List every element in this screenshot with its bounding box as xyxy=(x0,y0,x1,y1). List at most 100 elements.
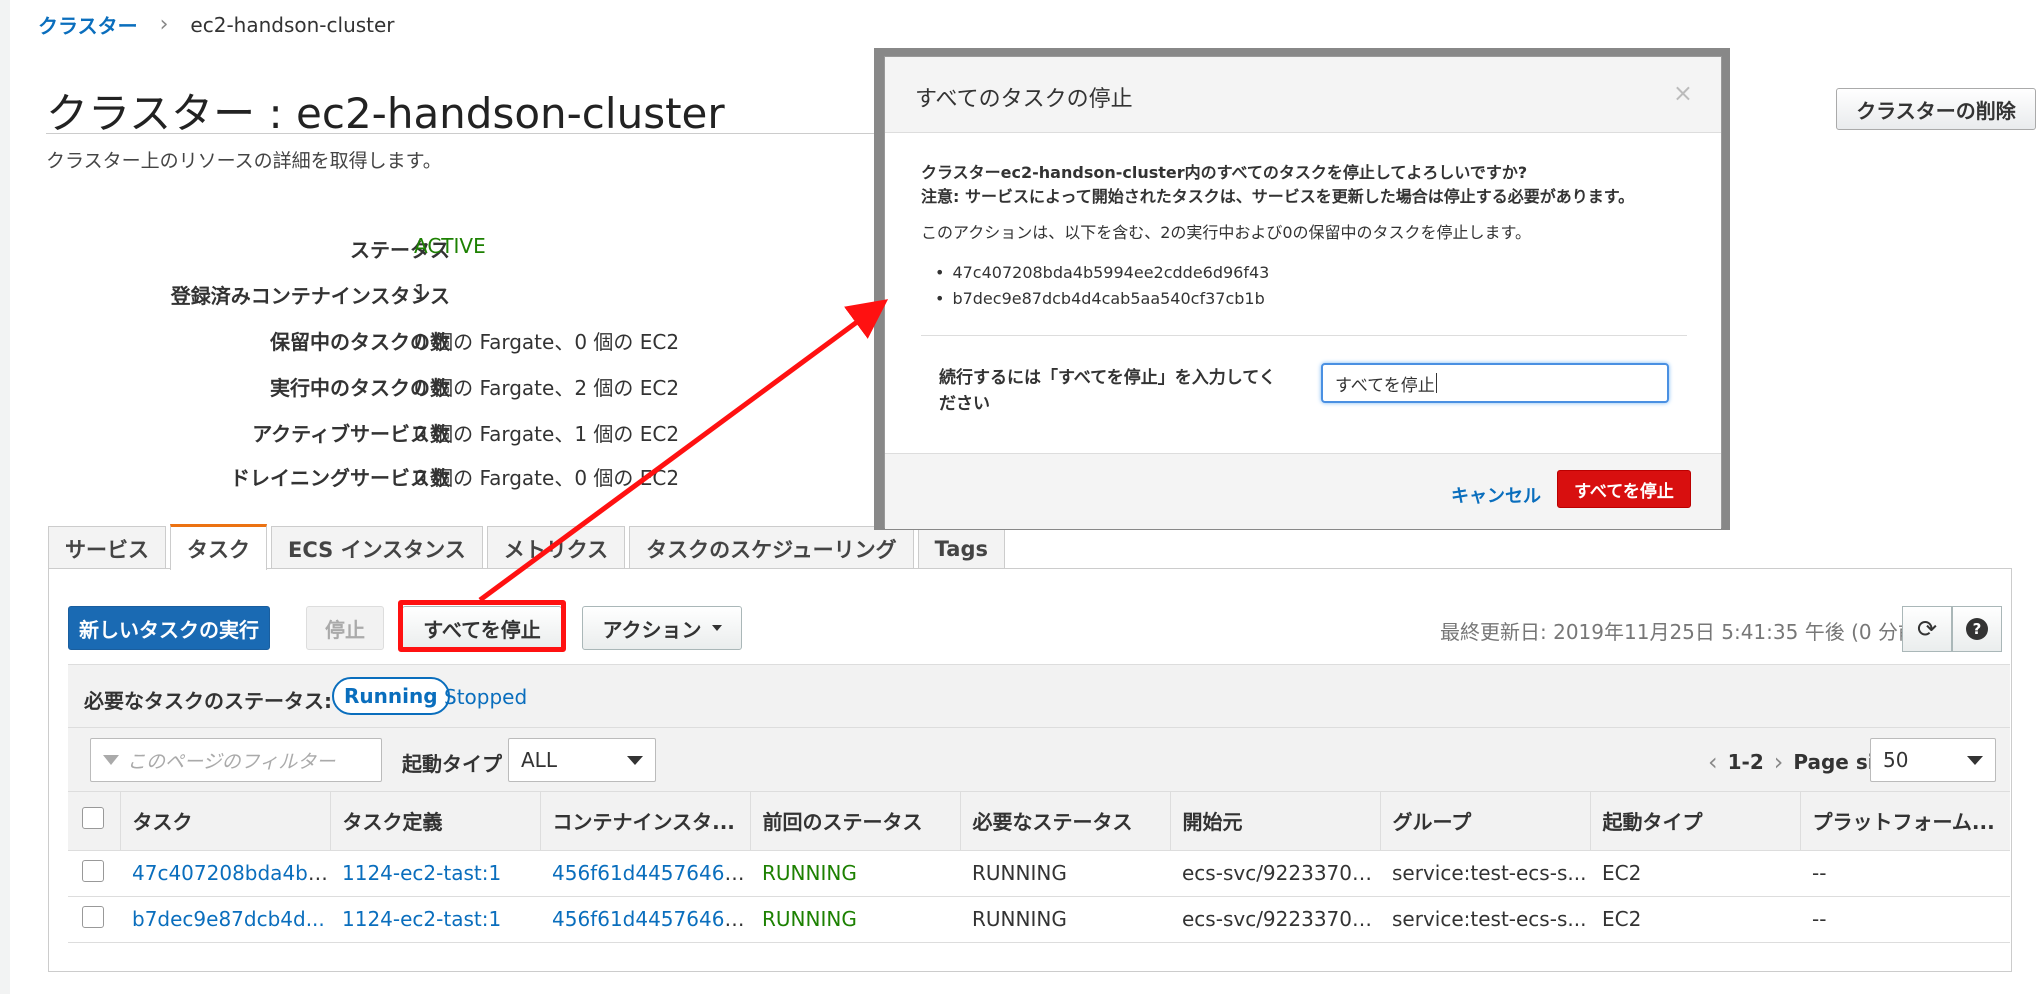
col-launch-type[interactable]: 起動タイプ xyxy=(1590,792,1801,851)
row-checkbox[interactable] xyxy=(82,905,104,928)
delete-cluster-button[interactable]: クラスターの削除 xyxy=(1836,88,2036,130)
status-stopped-toggle[interactable]: Stopped xyxy=(444,685,527,709)
task-id-list-item: 47c407208bda4b5994ee2cdde6d96f43 xyxy=(935,263,1269,282)
col-desired-status[interactable]: 必要なステータス xyxy=(960,792,1171,851)
help-button[interactable]: ? xyxy=(1952,606,2002,652)
cancel-button[interactable]: キャンセル xyxy=(1451,482,1541,508)
detail-label: 登録済みコンテナインスタンス xyxy=(170,284,450,308)
col-container-instance[interactable]: コンテナインスタ... xyxy=(540,792,751,851)
tasks-table: タスク タスク定義 コンテナインスタ... 前回のステータス 必要なステータス … xyxy=(68,792,2010,943)
detail-row-container-instances: 登録済みコンテナインスタンス 1 xyxy=(70,280,970,314)
launch-type-cell: EC2 xyxy=(1590,850,1800,897)
confirm-stop-all-button[interactable]: すべてを停止 xyxy=(1557,470,1691,508)
breadcrumb: クラスター › ec2-handson-cluster xyxy=(38,10,395,39)
modal-footer: キャンセル すべてを停止 xyxy=(885,453,1721,529)
desired-status-label: 必要なタスクのステータス: xyxy=(84,689,332,713)
modal-header: すべてのタスクの停止 × xyxy=(885,57,1721,133)
next-page-icon[interactable]: › xyxy=(1774,748,1784,776)
status-running-toggle[interactable]: Running xyxy=(332,677,450,715)
stop-all-button[interactable]: すべてを停止 xyxy=(402,606,562,650)
task-definition-link[interactable]: 1124-ec2-tast:1 xyxy=(330,850,540,897)
stop-button[interactable]: 停止 xyxy=(306,606,384,650)
modal-divider xyxy=(921,335,1687,336)
prev-page-icon[interactable]: ‹ xyxy=(1708,748,1718,776)
tab-metrics[interactable]: メトリクス xyxy=(486,526,626,570)
detail-value: 1 xyxy=(414,280,427,304)
confirm-stop-input[interactable]: すべてを停止 xyxy=(1321,363,1669,403)
cluster-page: クラスター › ec2-handson-cluster クラスター : ec2-… xyxy=(0,0,2038,994)
launch-type-value: ALL xyxy=(521,748,557,772)
row-select-cell xyxy=(68,896,120,943)
task-id-link[interactable]: 47c407208bda4b5... xyxy=(120,850,330,897)
page-filter-input[interactable]: このページのフィルター xyxy=(90,738,382,782)
confirm-label: 続行するには「すべてを停止」を入力してください xyxy=(939,368,1276,414)
detail-value: 0 個の Fargate、0 個の EC2 xyxy=(414,330,680,354)
last-status-cell: RUNNING xyxy=(750,896,960,943)
actions-dropdown[interactable]: アクション xyxy=(582,606,742,650)
platform-version-cell: -- xyxy=(1800,896,2010,943)
row-checkbox[interactable] xyxy=(82,859,104,882)
launch-type-cell: EC2 xyxy=(1590,896,1800,943)
table-header-row: タスク タスク定義 コンテナインスタ... 前回のステータス 必要なステータス … xyxy=(68,792,2010,851)
stop-all-tasks-modal: すべてのタスクの停止 × クラスターec2-handson-cluster内のす… xyxy=(884,56,1722,529)
tab-scheduled-tasks[interactable]: タスクのスケジューリング xyxy=(629,526,914,570)
col-task-definition[interactable]: タスク定義 xyxy=(330,792,541,851)
launch-type-label: 起動タイプ xyxy=(402,752,502,776)
col-platform-version[interactable]: プラットフォーム... xyxy=(1800,792,2010,851)
run-new-task-button[interactable]: 新しいタスクの実行 xyxy=(68,606,270,650)
tab-tags[interactable]: Tags xyxy=(917,526,1005,570)
modal-title: すべてのタスクの停止 xyxy=(915,87,1133,112)
detail-row-active-services: アクティブサービス数 0 個の Fargate、1 個の EC2 xyxy=(70,418,970,452)
page-subtitle: クラスター上のリソースの詳細を取得します。 xyxy=(46,150,442,172)
refresh-button[interactable]: ⟳ xyxy=(1902,606,1952,652)
tab-services[interactable]: サービス xyxy=(48,526,166,570)
help-icon: ? xyxy=(1966,618,1988,640)
col-group[interactable]: グループ xyxy=(1380,792,1591,851)
close-icon[interactable]: × xyxy=(1673,79,1693,107)
container-instance-link[interactable]: 456f61d44576467... xyxy=(540,896,750,943)
detail-label: ドレイニングサービス数 xyxy=(230,466,450,490)
detail-row-draining-services: ドレイニングサービス数 0 個の Fargate、0 個の EC2 xyxy=(70,462,970,496)
select-all-checkbox[interactable] xyxy=(82,807,104,830)
col-last-status[interactable]: 前回のステータス xyxy=(750,792,961,851)
group-cell: service:test-ecs-s... xyxy=(1380,850,1590,897)
detail-value: 0 個の Fargate、2 個の EC2 xyxy=(414,376,680,400)
refresh-icon: ⟳ xyxy=(1916,615,1938,643)
breadcrumb-clusters-link[interactable]: クラスター xyxy=(38,10,138,39)
tab-ecs-instances[interactable]: ECS インスタンス xyxy=(271,526,483,570)
select-all-cell xyxy=(68,792,121,851)
detail-value: 0 個の Fargate、1 個の EC2 xyxy=(414,422,680,446)
detail-label: 保留中のタスクの数 xyxy=(270,330,450,354)
last-updated: 最終更新日: 2019年11月25日 5:41:35 午後 (0 分前) xyxy=(1440,620,1926,644)
detail-row-pending-tasks: 保留中のタスクの数 0 個の Fargate、0 個の EC2 xyxy=(70,326,970,360)
chevron-down-icon xyxy=(1967,756,1983,765)
col-started-by[interactable]: 開始元 xyxy=(1170,792,1381,851)
task-id-link[interactable]: b7dec9e87dcb4d... xyxy=(120,896,330,943)
started-by-cell: ecs-svc/92233704... xyxy=(1170,896,1380,943)
filter-placeholder: このページのフィルター xyxy=(127,750,336,773)
detail-label: 実行中のタスクの数 xyxy=(270,376,450,400)
col-task[interactable]: タスク xyxy=(120,792,331,851)
actions-label: アクション xyxy=(602,617,702,642)
modal-warning: 注意: サービスによって開始されたタスクは、サービスを更新した場合は停止する必要… xyxy=(921,187,1635,206)
detail-label: アクティブサービス数 xyxy=(252,422,450,446)
desired-status-cell: RUNNING xyxy=(960,850,1170,897)
modal-info: このアクションは、以下を含む、2の実行中および0の保留中のタスクを停止します。 xyxy=(921,223,1531,242)
row-select-cell xyxy=(68,850,120,897)
page-size-value: 50 xyxy=(1883,748,1909,772)
started-by-cell: ecs-svc/92233704... xyxy=(1170,850,1380,897)
cluster-tabs: サービス タスク ECS インスタンス メトリクス タスクのスケジューリング T… xyxy=(48,524,1009,570)
page-size-select[interactable]: 50 xyxy=(1870,738,1996,782)
last-status-cell: RUNNING xyxy=(750,850,960,897)
launch-type-select[interactable]: ALL xyxy=(508,738,656,782)
modal-question: クラスターec2-handson-cluster内のすべてのタスクを停止してよろ… xyxy=(921,163,1528,182)
breadcrumb-separator: › xyxy=(159,12,169,37)
container-instance-link[interactable]: 456f61d44576467... xyxy=(540,850,750,897)
text-cursor xyxy=(1435,373,1437,393)
filter-bar: このページのフィルター 起動タイプ ALL ‹ 1-2 › Page size … xyxy=(68,728,2010,792)
chevron-down-icon xyxy=(627,756,643,765)
tab-tasks[interactable]: タスク xyxy=(170,524,267,570)
task-definition-link[interactable]: 1124-ec2-tast:1 xyxy=(330,896,540,943)
breadcrumb-current: ec2-handson-cluster xyxy=(190,12,395,37)
desired-status-cell: RUNNING xyxy=(960,896,1170,943)
